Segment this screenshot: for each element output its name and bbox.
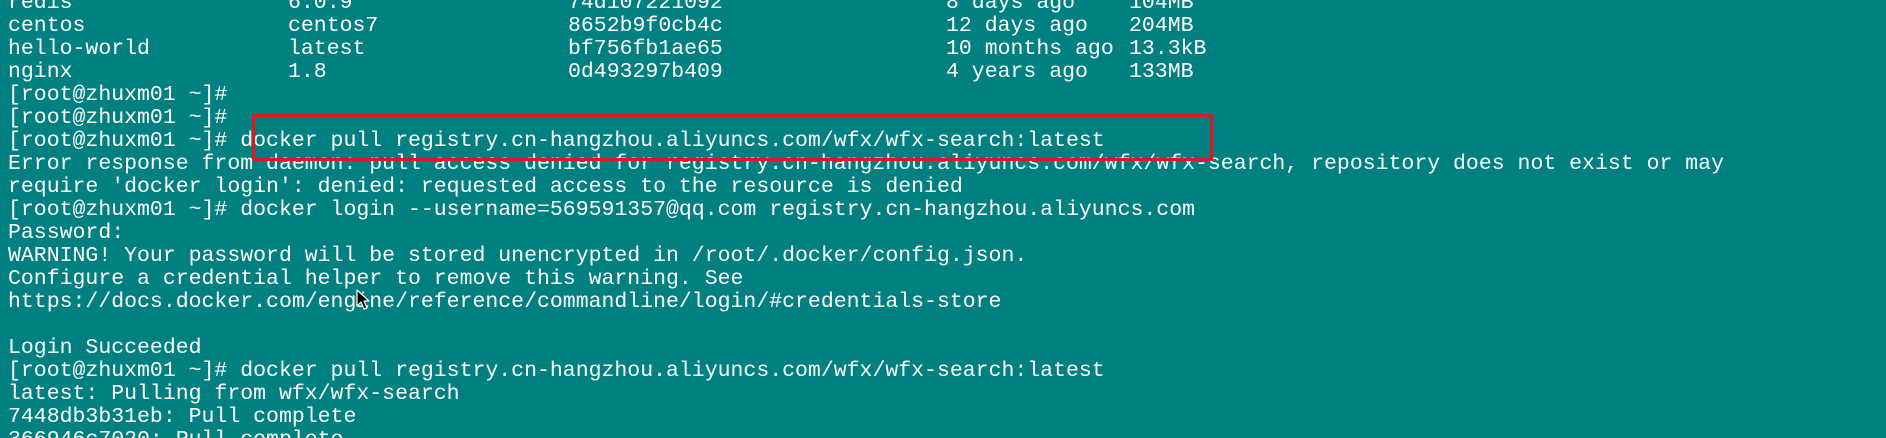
prompt-line: [root@zhuxm01 ~]#	[8, 106, 228, 130]
pull-output-line: 366946c7020: Pull complete	[8, 429, 343, 438]
image-tag: 6.0.9	[288, 0, 353, 15]
warning-line: Configure a credential helper to remove …	[8, 267, 744, 291]
image-size: 133MB	[1129, 60, 1194, 84]
image-row: redis 6.0.9 74d107221092 8 days ago 104M…	[8, 0, 1408, 15]
password-prompt: Password:	[8, 221, 125, 245]
image-row: nginx 1.8 0d493297b409 4 years ago 133MB	[8, 61, 1408, 84]
image-size: 13.3kB	[1129, 37, 1207, 61]
pull-output-line: 7448db3b31eb: Pull complete	[8, 405, 357, 429]
prompt-line: [root@zhuxm01 ~]#	[8, 83, 228, 107]
image-tag: latest	[288, 37, 366, 61]
image-created: 10 months ago	[946, 37, 1114, 61]
image-repository: centos	[8, 14, 86, 38]
docs-url-line: https://docs.docker.com/engine/reference…	[8, 290, 1002, 314]
image-size: 104MB	[1129, 0, 1194, 15]
terminal-window[interactable]: redis 6.0.9 74d107221092 8 days ago 104M…	[0, 0, 1886, 438]
image-tag: 1.8	[288, 60, 327, 84]
pull-output-line: latest: Pulling from wfx/wfx-search	[8, 382, 460, 406]
image-created: 8 days ago	[946, 0, 1076, 15]
command-line-docker-pull: [root@zhuxm01 ~]# docker pull registry.c…	[8, 359, 1105, 383]
login-succeeded-line: Login Succeeded	[8, 336, 202, 360]
image-created: 12 days ago	[946, 14, 1088, 38]
image-created: 4 years ago	[946, 60, 1088, 84]
image-id: 8652b9f0cb4c	[568, 14, 723, 38]
warning-line: WARNING! Your password will be stored un…	[8, 244, 1028, 268]
image-id: 74d107221092	[568, 0, 723, 15]
image-repository: nginx	[8, 60, 73, 84]
image-id: 0d493297b409	[568, 60, 723, 84]
highlight-box	[252, 114, 1213, 161]
image-size: 204MB	[1129, 14, 1194, 38]
image-repository: redis	[8, 0, 73, 15]
image-tag: centos7	[288, 14, 379, 38]
mouse-pointer-icon	[356, 289, 370, 310]
image-repository: hello-world	[8, 37, 150, 61]
image-row: hello-world latest bf756fb1ae65 10 month…	[8, 38, 1408, 61]
image-id: bf756fb1ae65	[568, 37, 723, 61]
command-line-docker-login: [root@zhuxm01 ~]# docker login --usernam…	[8, 198, 1195, 222]
error-line: require 'docker login': denied: requeste…	[8, 175, 963, 199]
image-row: centos centos7 8652b9f0cb4c 12 days ago …	[8, 15, 1408, 38]
